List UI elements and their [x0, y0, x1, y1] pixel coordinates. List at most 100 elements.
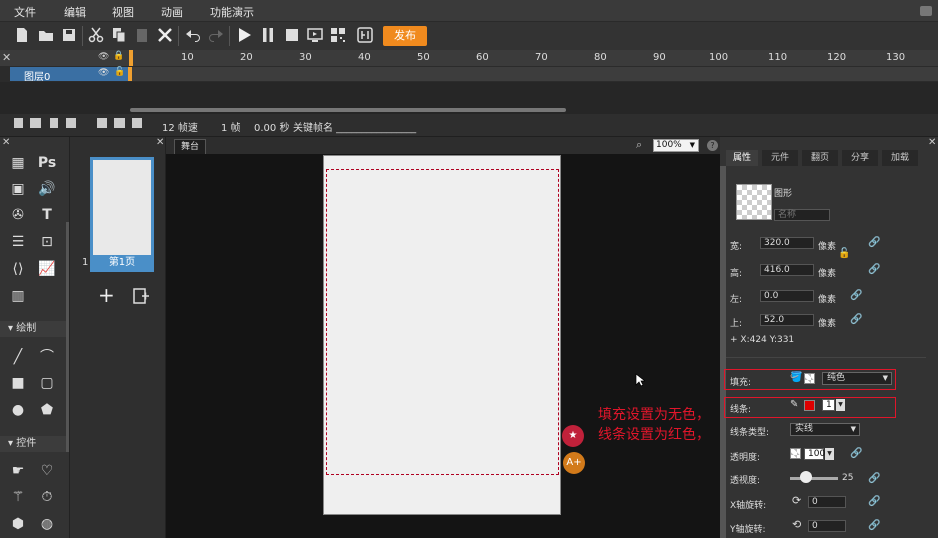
- interaction-icon[interactable]: ☛: [8, 461, 28, 481]
- tab-properties[interactable]: 属性: [726, 150, 758, 166]
- layer-folder-icon[interactable]: [30, 118, 41, 128]
- menu-animation[interactable]: 动画: [161, 4, 183, 20]
- globe-icon[interactable]: ◍: [37, 514, 57, 534]
- link-icon[interactable]: 🔗: [850, 314, 862, 325]
- code-icon[interactable]: ⟨⟩: [8, 259, 28, 279]
- pause-icon[interactable]: [260, 27, 276, 43]
- window-control-icon[interactable]: [920, 6, 932, 16]
- timer-icon[interactable]: ⏱: [37, 487, 57, 507]
- timeline-ruler[interactable]: 10 20 30 40 50 60 70 80 90 100 110 120 1…: [128, 50, 938, 66]
- stroke-color-swatch[interactable]: [804, 400, 815, 411]
- play-icon[interactable]: [236, 27, 252, 43]
- fill-color-swatch[interactable]: [804, 373, 815, 384]
- search-icon[interactable]: ⌕: [636, 138, 642, 152]
- add-animation-icon[interactable]: ★: [562, 425, 584, 447]
- opacity-stepper[interactable]: ▼: [825, 448, 834, 460]
- tab-loading[interactable]: 加载: [882, 150, 918, 166]
- page-canvas[interactable]: [323, 155, 561, 515]
- undo-icon[interactable]: [185, 27, 201, 43]
- stroke-width-stepper[interactable]: ▼: [836, 399, 845, 411]
- audio-icon[interactable]: 🔊: [37, 179, 57, 199]
- pen-icon[interactable]: ✎: [790, 399, 798, 410]
- redo-icon[interactable]: [208, 27, 224, 43]
- grid-icon[interactable]: ▦: [8, 153, 28, 173]
- menu-demo[interactable]: 功能演示: [210, 4, 254, 20]
- keyframe-name-field[interactable]: 关键帧名 ________________: [293, 119, 416, 134]
- html5-icon[interactable]: [357, 27, 373, 43]
- link-icon[interactable]: 🔗: [868, 496, 880, 507]
- stop-icon[interactable]: [284, 27, 300, 43]
- polygon-tool-icon[interactable]: ⬟: [37, 400, 57, 420]
- panel-close-icon[interactable]: ✕: [156, 137, 164, 148]
- copy-icon[interactable]: [111, 27, 127, 43]
- close-icon[interactable]: ✕: [2, 51, 11, 64]
- yrot-field[interactable]: 0: [808, 520, 846, 532]
- add-page-icon[interactable]: +: [98, 285, 115, 305]
- link-icon[interactable]: 🔗: [868, 264, 880, 275]
- panel-close-icon[interactable]: ✕: [2, 137, 10, 148]
- lock-icon[interactable]: 🔒: [113, 51, 124, 61]
- qrcode-icon[interactable]: [330, 27, 346, 43]
- rounded-rect-tool-icon[interactable]: ▢: [37, 373, 57, 393]
- name-field[interactable]: 名称: [774, 209, 830, 221]
- eye-icon[interactable]: 👁: [98, 52, 109, 62]
- left-field[interactable]: 0.0: [760, 290, 814, 302]
- link-icon[interactable]: 🔗: [868, 520, 880, 531]
- line-tool-icon[interactable]: ╱: [8, 347, 28, 367]
- paragraph-icon[interactable]: ☰: [8, 232, 28, 252]
- rectangle-tool-icon[interactable]: ■: [8, 373, 28, 393]
- stroke-type-select[interactable]: 实线 ▼: [790, 423, 860, 436]
- save-icon[interactable]: [61, 27, 77, 43]
- perspective-slider-thumb[interactable]: [800, 471, 812, 483]
- remove-frame-icon[interactable]: [132, 118, 142, 128]
- timeline-scrollbar[interactable]: [130, 108, 566, 112]
- preview-icon[interactable]: [307, 27, 323, 43]
- stroke-width-field[interactable]: 1: [822, 399, 835, 411]
- insert-keyframe-icon[interactable]: [114, 118, 125, 128]
- text-icon[interactable]: T: [37, 205, 57, 225]
- insert-page-icon[interactable]: [132, 287, 150, 305]
- link-icon[interactable]: 🔗: [850, 448, 862, 459]
- menu-view[interactable]: 视图: [112, 4, 134, 20]
- line-chart-icon[interactable]: 📈: [37, 259, 57, 279]
- panel-close-icon[interactable]: ✕: [928, 137, 936, 148]
- publish-button[interactable]: 发布: [383, 26, 427, 46]
- top-field[interactable]: 52.0: [760, 314, 814, 326]
- layer-lock-icon[interactable]: 🔓: [114, 67, 125, 77]
- heart-icon[interactable]: ♡: [37, 461, 57, 481]
- video-reel-icon[interactable]: ✇: [8, 205, 28, 225]
- magic-wand-icon[interactable]: ⚚: [8, 487, 28, 507]
- tab-pageflip[interactable]: 翻页: [802, 150, 838, 166]
- fill-type-select[interactable]: 纯色 ▼: [822, 372, 892, 385]
- copy-layer-icon[interactable]: [66, 118, 76, 128]
- selected-rectangle-shape[interactable]: [326, 169, 559, 475]
- paint-bucket-icon[interactable]: 🪣: [790, 372, 802, 383]
- add-action-icon[interactable]: A+: [563, 452, 585, 474]
- new-layer-icon[interactable]: [14, 118, 23, 128]
- cut-icon[interactable]: [88, 27, 104, 43]
- film-strip-icon[interactable]: ▥: [8, 286, 28, 306]
- control-section-header[interactable]: ▾ 控件: [0, 436, 66, 452]
- keyframe[interactable]: [128, 67, 132, 81]
- link-icon[interactable]: 🔗: [868, 237, 880, 248]
- page-label[interactable]: 第1页: [90, 255, 154, 271]
- aspect-lock-icon[interactable]: 🔓: [838, 248, 850, 259]
- width-field[interactable]: 320.0: [760, 237, 814, 249]
- curve-tool-icon[interactable]: ⌒: [37, 347, 57, 367]
- link-icon[interactable]: 🔗: [850, 290, 862, 301]
- delete-layer-icon[interactable]: [50, 118, 58, 128]
- open-folder-icon[interactable]: [38, 27, 54, 43]
- tab-share[interactable]: 分享: [842, 150, 878, 166]
- frame-track[interactable]: [128, 67, 938, 81]
- cube-icon[interactable]: ⬢: [8, 514, 28, 534]
- paste-icon[interactable]: [134, 27, 150, 43]
- photoshop-import-icon[interactable]: Ps: [37, 153, 57, 173]
- opacity-field[interactable]: 100: [804, 448, 825, 460]
- zoom-select[interactable]: 100% ▼: [653, 139, 699, 152]
- presentation-icon[interactable]: ⊡: [37, 232, 57, 252]
- height-field[interactable]: 416.0: [760, 264, 814, 276]
- toolbox-scrollbar[interactable]: [66, 222, 69, 452]
- tab-symbols[interactable]: 元件: [762, 150, 798, 166]
- playhead[interactable]: [129, 50, 133, 66]
- image-icon[interactable]: ▣: [8, 179, 28, 199]
